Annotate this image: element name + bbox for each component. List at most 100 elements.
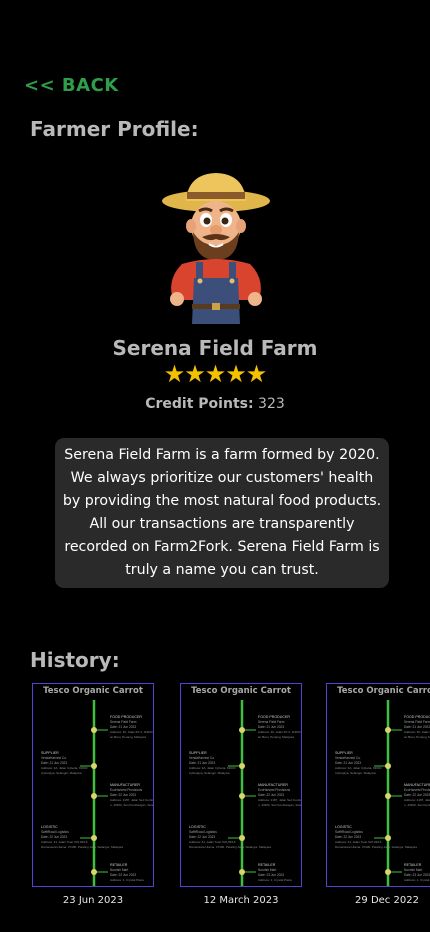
stage-text: Damansara Utama, 47400, Petaling Jaya, S… — [189, 845, 271, 849]
stage-text: Date: 22 Jun 2023 — [110, 793, 136, 797]
stage-text: Nourish Mart — [110, 868, 128, 872]
history-card[interactable]: Tesco Organic CarrotFOOD PRODUCERSerena … — [180, 683, 302, 887]
profile-section-title: Farmer Profile: — [30, 117, 199, 141]
stage-text: EcoHarvest Provisions — [110, 788, 142, 792]
stage-text: n, 43300, Seri Kembangan, Selangor, Mala… — [110, 803, 154, 807]
stage-text: LOGISTIC — [335, 825, 352, 829]
stage-text: SwiftRoad Logistics — [41, 830, 69, 834]
stage-text: Address: 30, Jalan Pd 4, 11900 Bay — [258, 730, 302, 734]
timeline-stage-retailer: RETAILERNourish MartDate: 23 Jun 2023Add… — [385, 863, 430, 882]
stage-text: VendaHarvest Co. — [335, 756, 361, 760]
back-button[interactable]: << BACK — [24, 75, 119, 96]
stage-text: Cyberjaya, Selangor, Malaysia — [335, 771, 376, 775]
timeline-stage-manufacturer: MANUFACTUREREcoHarvest ProvisionsDate: 2… — [385, 783, 430, 807]
stage-text: Date: 21 Jun 2023 — [404, 725, 430, 729]
stage-text: Address: 3A, Jalan Cyberia, 63000 — [41, 766, 88, 770]
stage-text: RETAILER — [110, 863, 128, 867]
timeline-stage-supplier: SUPPLIERVendaHarvest Co.Date: 21 Jun 202… — [335, 751, 391, 775]
stage-text: Date: 22 Jun 2023 — [404, 793, 430, 797]
stage-text: RETAILER — [404, 863, 422, 867]
stage-text: Address: 3A, Jalan Cyberia, 63000 — [189, 766, 236, 770]
stage-text: MANUFACTURER — [258, 783, 288, 787]
stage-node — [239, 793, 245, 799]
credit-points: Credit Points: 323 — [0, 396, 430, 412]
supply-chain-timeline: FOOD PRODUCERSerena Field FarmDate: 21 J… — [41, 700, 154, 886]
stage-text: Date: 21 Jun 2023 — [110, 725, 136, 729]
stage-text: Nourish Mart — [258, 868, 276, 872]
timeline-stage-retailer: RETAILERNourish MartDate: 23 Jun 2023Add… — [239, 863, 292, 882]
stage-text: Serena Field Farm — [110, 720, 137, 724]
history-card-date: 29 Dec 2022 — [355, 895, 419, 906]
stage-text: Date: 21 Jun 2023 — [189, 761, 215, 765]
stage-text: Serena Field Farm — [258, 720, 285, 724]
timeline-stage-logistic: LOGISTICSwiftRoad LogisticsDate: 22 Jun … — [41, 825, 123, 849]
timeline-stage-retailer: RETAILERNourish MartDate: 23 Jun 2023Add… — [91, 863, 144, 882]
stage-node — [239, 763, 245, 769]
supply-chain-timeline: FOOD PRODUCERSerena Field FarmDate: 21 J… — [335, 700, 430, 886]
stage-text: VendaHarvest Co. — [41, 756, 67, 760]
stage-text: n, 43300, Seri Kembangan, Selangor, Mala… — [258, 803, 302, 807]
timeline-stage-supplier: SUPPLIERVendaHarvest Co.Date: 21 Jun 202… — [189, 751, 245, 775]
stage-text: Address: 2187, Jalan Seri Kembanga — [110, 798, 154, 802]
history-card[interactable]: Tesco Organic CarrotFOOD PRODUCERSerena … — [326, 683, 430, 887]
stage-node — [91, 727, 97, 733]
stage-text: n, 43300, Seri Kembangan, Selangor, Mala… — [404, 803, 430, 807]
stage-text: SUPPLIER — [335, 751, 353, 755]
farm-description: Serena Field Farm is a farm formed by 20… — [62, 447, 382, 578]
farm-description-card: Serena Field Farm is a farm formed by 20… — [55, 438, 389, 588]
credit-points-label: Credit Points: — [145, 396, 254, 412]
timeline-stage-food-producer: FOOD PRODUCERSerena Field FarmDate: 21 J… — [385, 715, 430, 739]
stage-text: Address: 1, Crystal Plaza — [110, 878, 144, 882]
stage-node — [239, 727, 245, 733]
stage-text: SwiftRoad Logistics — [189, 830, 217, 834]
stage-text: Date: 22 Jun 2023 — [258, 793, 284, 797]
timeline-stage-supplier: SUPPLIERVendaHarvest Co.Date: 21 Jun 202… — [41, 751, 97, 775]
stage-text: Cyberjaya, Selangor, Malaysia — [189, 771, 230, 775]
history-card[interactable]: Tesco Organic CarrotFOOD PRODUCERSerena … — [32, 683, 154, 887]
history-card-date: 12 March 2023 — [203, 895, 279, 906]
stage-text: an Baru, Penang, Malaysia — [258, 735, 294, 739]
stage-text: Cyberjaya, Selangor, Malaysia — [41, 771, 82, 775]
stage-text: EcoHarvest Provisions — [404, 788, 430, 792]
stage-text: Nourish Mart — [404, 868, 422, 872]
timeline-stage-food-producer: FOOD PRODUCERSerena Field FarmDate: 21 J… — [239, 715, 302, 739]
stage-text: LOGISTIC — [41, 825, 58, 829]
stage-node — [91, 793, 97, 799]
stage-text: Address: 3A, Jalan Cyberia, 63000 — [335, 766, 382, 770]
stage-text: Date: 22 Jun 2023 — [335, 835, 361, 839]
stage-text: Date: 21 Jun 2023 — [335, 761, 361, 765]
stage-text: Date: 22 Jun 2023 — [189, 835, 215, 839]
stage-node — [91, 763, 97, 769]
stage-text: MANUFACTURER — [110, 783, 140, 787]
stage-node — [91, 835, 97, 841]
stage-text: FOOD PRODUCER — [404, 715, 430, 719]
timeline-stage-food-producer: FOOD PRODUCERSerena Field FarmDate: 21 J… — [91, 715, 153, 739]
timeline-stage-logistic: LOGISTICSwiftRoad LogisticsDate: 22 Jun … — [335, 825, 417, 849]
stage-text: Address: 2187, Jalan Seri Kembanga — [404, 798, 430, 802]
stage-text: an Baru, Penang, Malaysia — [404, 735, 430, 739]
stage-text: Address: 1, Crystal Plaza — [258, 878, 292, 882]
supply-chain-timeline: FOOD PRODUCERSerena Field FarmDate: 21 J… — [189, 700, 302, 886]
stage-text: FOOD PRODUCER — [110, 715, 142, 719]
stage-node — [385, 793, 391, 799]
stage-text: EcoHarvest Provisions — [258, 788, 290, 792]
stage-text: Damansara Utama, 47400, Petaling Jaya, S… — [41, 845, 123, 849]
timeline-stage-manufacturer: MANUFACTUREREcoHarvest ProvisionsDate: 2… — [239, 783, 302, 807]
history-card-date: 23 Jun 2023 — [62, 895, 124, 906]
stage-text: Date: 23 Jun 2023 — [110, 873, 136, 877]
stage-node — [91, 869, 97, 875]
stage-node — [385, 869, 391, 875]
stage-node — [239, 835, 245, 841]
farm-name: Serena Field Farm — [112, 336, 318, 360]
history-section-title: History: — [30, 648, 120, 672]
stage-text: RETAILER — [258, 863, 276, 867]
screen: << BACK Farmer Profile: Serena Field Far… — [0, 0, 430, 932]
timeline-stage-logistic: LOGISTICSwiftRoad LogisticsDate: 22 Jun … — [189, 825, 271, 849]
stage-text: Address: 30, Jalan Pd 4, 11900 Bay — [404, 730, 430, 734]
stage-text: Date: 21 Jun 2023 — [258, 725, 284, 729]
farmer-avatar — [162, 173, 270, 324]
stage-text: Date: 22 Jun 2023 — [41, 835, 67, 839]
stage-text: LOGISTIC — [189, 825, 206, 829]
stage-text: MANUFACTURER — [404, 783, 430, 787]
stage-text: Damansara Utama, 47400, Petaling Jaya, S… — [335, 845, 417, 849]
